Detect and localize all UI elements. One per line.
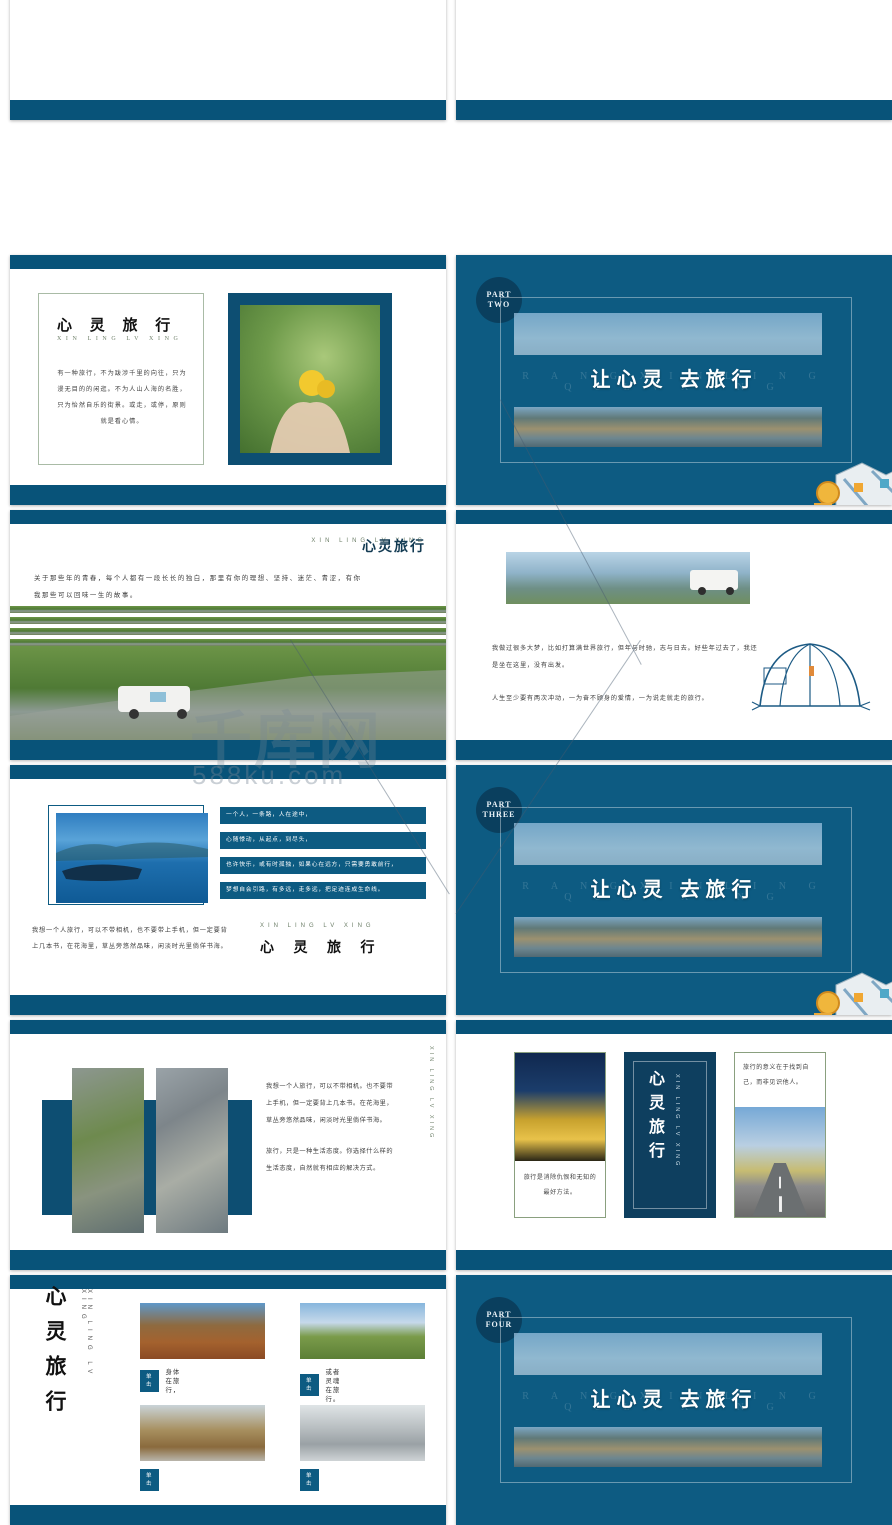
slide10-card-a-caption: 旅行是消除仇恨和无知的最好方法。 — [523, 1175, 597, 1196]
slide11-pinyin: XIN LING LV XING — [80, 1289, 92, 1379]
slide-thumbnail-3[interactable]: 心 灵 旅 行 XIN LING LV XING 有一种旅行，不为跋涉千里的向往… — [10, 255, 446, 505]
highway-icon — [752, 1162, 808, 1216]
slide5-top-bar — [10, 510, 446, 524]
slide10-top-bar — [456, 1020, 892, 1034]
stones-plant-photo — [72, 1068, 144, 1233]
night-tent-photo — [515, 1053, 605, 1161]
slide-thumbnail-2[interactable]: 旅行要学会随遇而安，淡然一点。走走停停，不要害怕错过什么，因为在路上你就已经收获… — [456, 0, 892, 120]
slide3-text-card: 心 灵 旅 行 XIN LING LV XING 有一种旅行，不为跋涉千里的向往… — [38, 293, 204, 465]
rv-lakeside-icon — [690, 570, 738, 595]
autumn-forest-photo — [140, 1303, 265, 1359]
slide7-bar-list: 一个人，一条路，人在途中， 心随悸动，从起点，到尽头， 也许快乐，或有时孤独，如… — [220, 807, 426, 907]
slide10-footer-bar — [456, 1250, 892, 1270]
camp-field-photo — [300, 1303, 425, 1359]
map-suitcase-icon — [814, 972, 892, 1015]
slide7-pinyin: XIN LING LV XING — [260, 923, 375, 929]
slide7-body: 我想一个人旅行，可以不带相机，也不要带上手机，但一定要背上几本书，在花海里，草丛… — [32, 927, 228, 950]
slide11-tag-1[interactable]: 单击 — [140, 1369, 159, 1392]
slide-thumbnail-10[interactable]: 旅行是消除仇恨和无知的最好方法。 心灵旅行 XIN LING LV XING 旅… — [456, 1020, 892, 1270]
slide11-tag-2[interactable]: 单击 — [300, 1374, 319, 1396]
slide11-label-2: 或者灵魂在旅行。 — [325, 1369, 341, 1403]
slide12-title: 让心灵 去旅行 — [590, 1389, 758, 1411]
slide8-title: 让心灵 去旅行 — [590, 879, 758, 901]
slide9-top-bar — [10, 1020, 446, 1034]
slide9-footer-bar — [10, 1250, 446, 1270]
open-road-photo — [735, 1107, 825, 1217]
slide1-footer-bar — [10, 100, 446, 120]
slide11-label-1: 身体在旅行， — [165, 1369, 181, 1394]
slide11-title: 心灵旅行 — [43, 1285, 67, 1425]
slide9-body: 我想一个人旅行，可以不带相机。也不要带上手机，但一定要背上几本书。在花海里，草丛… — [266, 1078, 396, 1177]
slide2-footer-bar — [456, 100, 892, 120]
slide5-title: 心灵旅行 — [362, 540, 426, 555]
slide4-title: 让心灵 去旅行 — [590, 369, 758, 391]
slide4-lake-band — [514, 407, 822, 447]
slide-thumbnail-9[interactable]: 我想一个人旅行，可以不带相机。也不要带上手机，但一定要背上几本书。在花海里，草丛… — [10, 1020, 446, 1270]
map-suitcase-icon — [814, 462, 892, 505]
slide5-body: 关于那些年的青春，每个人都有一段长长的独白，那里有你的理想、坚持、迷茫、青涩，有… — [34, 575, 362, 599]
slide7-bar-3: 也许快乐，或有时孤独，如果心在远方，只需要勇敢前行， — [220, 857, 426, 874]
slide11-top-bar — [10, 1275, 446, 1289]
hands-flower-icon — [270, 370, 350, 453]
slide-thumbnail-6[interactable]: 我做过很多大梦，比如打算满世界旅行，但年与时驰，志与日去。好些年过去了，我还是坐… — [456, 510, 892, 760]
slide10-card-c-caption: 旅行的意义在于找到自己，而非见识他人。 — [743, 1065, 810, 1086]
snow-mountain-photo — [300, 1405, 425, 1461]
slide-deck: 放松身心 要么读书要么旅行，灵魂和身体，必须有一个在路上。 的地方，你才能把喧 … — [0, 0, 892, 1525]
slide11-tag-3[interactable]: 单击 — [140, 1469, 159, 1491]
slide11-tag-4[interactable]: 单击 — [300, 1469, 319, 1491]
slide7-bar-1: 一个人，一条路，人在途中， — [220, 807, 426, 824]
slide9-paragraph-2: 旅行，只是一种生活态度。你选择什么样的生活态度，自然就有相应的解决方式。 — [266, 1148, 394, 1172]
slide12-lake-band — [514, 1427, 822, 1467]
slide3-photo-frame — [228, 293, 392, 465]
slide8-lake-band — [514, 917, 822, 957]
slide7-title: 心 灵 旅 行 — [260, 941, 383, 956]
slide10-card-b-pinyin: XIN LING LV XING — [674, 1074, 680, 1169]
slide8-sky-band — [514, 823, 822, 865]
slide7-top-bar — [10, 765, 446, 779]
stones-photo — [156, 1068, 228, 1233]
slide-thumbnail-1[interactable]: 放松身心 要么读书要么旅行，灵魂和身体，必须有一个在路上。 的地方，你才能把喧 … — [10, 0, 446, 120]
tent-lineart-icon — [751, 643, 871, 711]
heart-hands-photo — [240, 305, 380, 453]
slide6-paragraph-1: 我做过很多大梦，比如打算满世界旅行，但年与时驰，志与日去。好些年过去了，我还是坐… — [492, 645, 758, 669]
snow-tree-photo — [140, 1405, 265, 1461]
slide3-pinyin: XIN LING LV XING — [57, 336, 183, 342]
slide7-footer-bar — [10, 995, 446, 1015]
slide10-card-c[interactable]: 旅行的意义在于找到自己，而非见识他人。 — [734, 1052, 826, 1218]
slide10-card-a[interactable]: 旅行是消除仇恨和无知的最好方法。 — [514, 1052, 606, 1218]
slide3-body: 有一种旅行，不为跋涉千里的向往，只为漫无目的的闲逛。不为人山人海的名胜，只为怡然… — [57, 370, 187, 425]
slide7-bar-4: 梦想自会引路，有多远，走多远，把足迹连成生命线。 — [220, 882, 426, 899]
slide-thumbnail-12[interactable]: PART FOUR R A N G X I N L I N G Q U L V … — [456, 1275, 892, 1525]
slide-thumbnail-5[interactable]: XIN LING LV XING 心灵旅行 关于那些年的青春，每个人都有一段长长… — [10, 510, 446, 760]
boat-icon — [56, 842, 208, 881]
rv-vehicle-icon — [10, 670, 446, 740]
slide10-card-b-title: 心灵旅行 — [646, 1070, 663, 1166]
slide4-sky-band — [514, 313, 822, 355]
slide-thumbnail-8[interactable]: PART THREE R A N G X I N L I N G Q U L V… — [456, 765, 892, 1015]
slide10-card-b[interactable]: 心灵旅行 XIN LING LV XING — [624, 1052, 716, 1218]
slide-thumbnail-7[interactable]: 一个人，一条路，人在途中， 心随悸动，从起点，到尽头， 也许快乐，或有时孤独，如… — [10, 765, 446, 1015]
slide9-paragraph-1: 我想一个人旅行，可以不带相机。也不要带上手机，但一定要背上几本书。在花海里，草丛… — [266, 1083, 394, 1124]
slide3-heading: 心 灵 旅 行 — [57, 318, 178, 334]
slide3-footer-bar — [10, 485, 446, 505]
slide3-top-bar — [10, 255, 446, 269]
slide5-stripe-band — [10, 606, 446, 646]
rv-lake-photo — [506, 552, 750, 604]
slide7-bar-2: 心随悸动，从起点，到尽头， — [220, 832, 426, 849]
slide12-sky-band — [514, 1333, 822, 1375]
slide6-footer-bar — [456, 740, 892, 760]
rv-bridge-photo — [10, 646, 446, 740]
slide5-footer-bar — [10, 740, 446, 760]
slide6-top-bar — [456, 510, 892, 524]
slide9-vertical-pinyin: XIN LING LV XING — [428, 1046, 434, 1141]
slide11-footer-bar — [10, 1505, 446, 1525]
lake-boat-photo — [56, 813, 208, 903]
slide-thumbnail-4[interactable]: PART TWO R A N G X I N L I N G Q U L V X… — [456, 255, 892, 505]
slide-thumbnail-11[interactable]: 心灵旅行 XIN LING LV XING 单击 身体在旅行， 单击 或者灵魂在… — [10, 1275, 446, 1525]
